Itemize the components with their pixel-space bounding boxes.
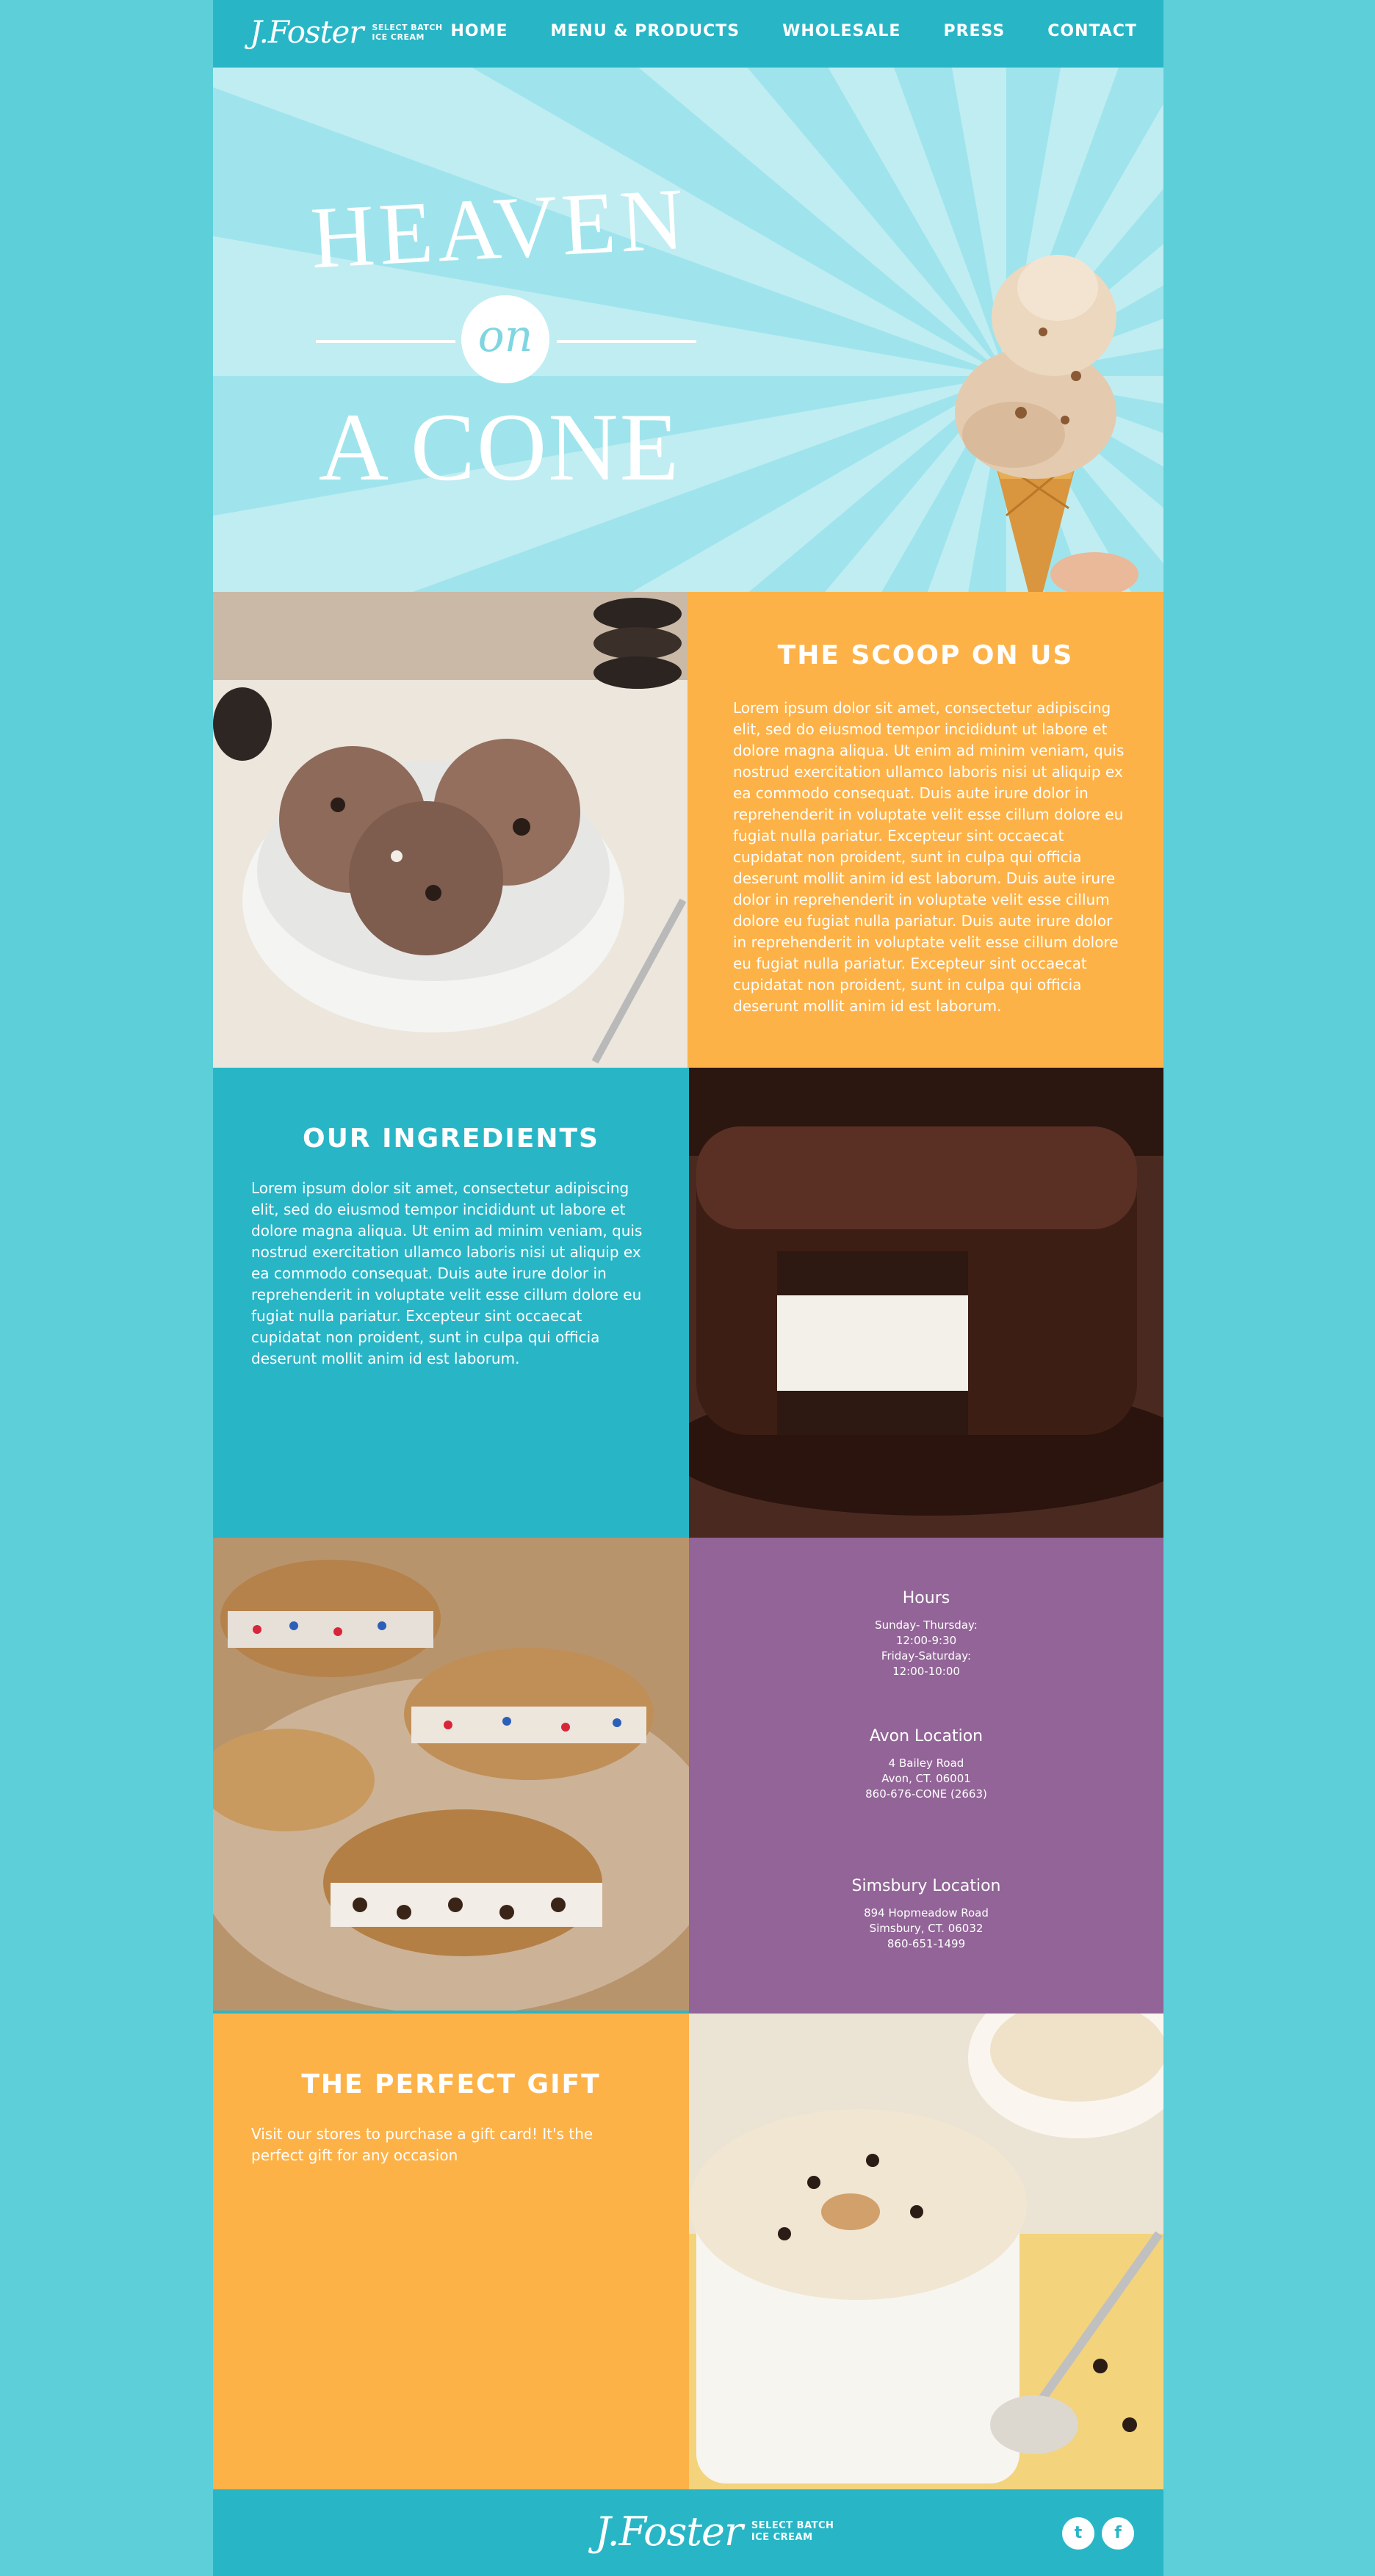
scoop-title: THE SCOOP ON US	[777, 640, 1074, 670]
gift-body: Visit our stores to purchase a gift card…	[251, 2125, 593, 2164]
gift-title: THE PERFECT GIFT	[301, 2069, 601, 2099]
top-nav: J.Foster SELECT BATCH ICE CREAM HOME MEN…	[213, 0, 1163, 68]
hero-title-cone: A CONE	[318, 393, 681, 501]
scoop-body: Lorem ipsum dolor sit amet, consectetur …	[733, 699, 1125, 1015]
gift-section: THE PERFECT GIFT Visit our stores to pur…	[213, 2014, 689, 2489]
ingredients-title: OUR INGREDIENTS	[303, 1124, 599, 1154]
hours-line: 12:00-9:30	[895, 1634, 957, 1647]
avon-location-block: Avon Location 4 Bailey Road Avon, CT. 06…	[689, 1727, 1163, 1802]
avon-location-title: Avon Location	[869, 1727, 984, 1745]
nav-press[interactable]: PRESS	[943, 22, 1005, 40]
simsbury-phone[interactable]: 860-651-1499	[689, 1936, 1163, 1952]
footer-logo[interactable]: J.Foster SELECT BATCH ICE CREAM	[595, 2510, 834, 2554]
hero-divider-right	[557, 340, 696, 343]
avon-phone[interactable]: 860-676-CONE (2663)	[689, 1787, 1163, 1802]
scoop-section: THE SCOOP ON US Lorem ipsum dolor sit am…	[688, 592, 1163, 1068]
hours-line: Sunday- Thursday:	[875, 1618, 978, 1632]
ingredients-body: Lorem ipsum dolor sit amet, consectetur …	[251, 1179, 643, 1367]
footer-logo-subtitle-line2: ICE CREAM	[751, 2532, 813, 2543]
simsbury-address-line: Simsbury, CT. 06032	[869, 1922, 984, 1935]
hero-banner: HEAVEN on A CONE	[213, 68, 1163, 592]
ice-cream-cookie-sandwiches-image	[213, 1538, 689, 2011]
avon-address-line: Avon, CT. 06001	[881, 1772, 971, 1785]
cookie-dough-ice-cream-image	[689, 2014, 1163, 2489]
chocolate-sandwich-image	[689, 1068, 1163, 1538]
hours-locations-section: Hours Sunday- Thursday: 12:00-9:30 Frida…	[689, 1538, 1163, 2014]
nav-home[interactable]: HOME	[450, 22, 508, 40]
chocolate-ice-cream-bowl-image	[213, 592, 688, 1068]
avon-address-line: 4 Bailey Road	[888, 1756, 964, 1770]
hero-divider-left	[316, 340, 455, 343]
page: J.Foster SELECT BATCH ICE CREAM HOME MEN…	[213, 0, 1163, 2576]
simsbury-location-title: Simsbury Location	[851, 1877, 1001, 1895]
simsbury-location-block: Simsbury Location 894 Hopmeadow Road Sim…	[689, 1877, 1163, 1952]
footer: J.Foster SELECT BATCH ICE CREAM t f	[213, 2489, 1163, 2576]
nav-menu-products[interactable]: MENU & PRODUCTS	[551, 22, 740, 40]
footer-logo-script: J.Foster	[595, 2508, 743, 2555]
hours-block: Hours Sunday- Thursday: 12:00-9:30 Frida…	[689, 1589, 1163, 1679]
twitter-icon[interactable]: t	[1062, 2517, 1094, 2550]
simsbury-address-line: 894 Hopmeadow Road	[864, 1906, 989, 1920]
footer-logo-subtitle: SELECT BATCH ICE CREAM	[751, 2520, 834, 2544]
facebook-icon[interactable]: f	[1102, 2517, 1134, 2550]
hours-line: Friday-Saturday:	[881, 1649, 972, 1663]
nav-links: HOME MENU & PRODUCTS WHOLESALE PRESS CON…	[408, 22, 1137, 40]
logo-script: J.Foster	[250, 14, 364, 50]
ingredients-section: OUR INGREDIENTS Lorem ipsum dolor sit am…	[213, 1068, 689, 1538]
ice-cream-cone-image	[955, 255, 1138, 592]
nav-contact[interactable]: CONTACT	[1047, 22, 1137, 40]
hours-line: 12:00-10:00	[892, 1665, 960, 1678]
hero-background	[213, 68, 1163, 592]
hero-on-badge: on	[461, 295, 549, 383]
footer-logo-subtitle-line1: SELECT BATCH	[751, 2520, 834, 2531]
nav-wholesale[interactable]: WHOLESALE	[782, 22, 901, 40]
hours-title: Hours	[902, 1589, 950, 1607]
